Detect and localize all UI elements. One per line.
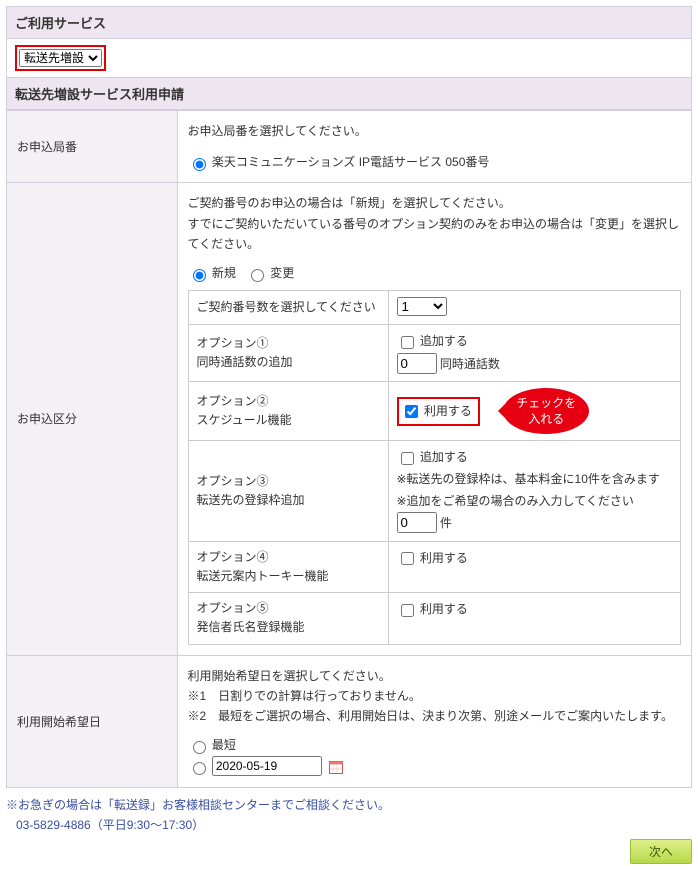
qty-label: ご契約番号数を選択してください (188, 290, 388, 325)
application-form: お申込局番 お申込局番を選択してください。 楽天コミュニケーションズ IP電話サ… (7, 110, 691, 787)
opt3-add-check[interactable]: 追加する (397, 450, 468, 464)
opt2-highlight: 利用する (397, 397, 480, 427)
category-radio-new-input[interactable] (193, 269, 206, 282)
opt5-use-checkbox[interactable] (401, 604, 414, 617)
opt2-use-check[interactable]: 利用する (401, 404, 472, 418)
options-table: ご契約番号数を選択してください 1 オプション① (188, 290, 682, 645)
opt2-header: オプション② スケジュール機能 (188, 382, 388, 441)
opt5-use-check[interactable]: 利用する (397, 602, 468, 616)
section-header-service: ご利用サービス (7, 7, 691, 39)
opt5-title: オプション⑤ (197, 599, 380, 618)
opt1-add-label: 追加する (420, 334, 468, 348)
row-body-startdate: 利用開始希望日を選択してください。 ※1 日割りでの計算は行っておりません。 ※… (177, 655, 691, 787)
opt1-sub: 同時通話数の追加 (197, 353, 380, 372)
station-radio-050-input[interactable] (193, 158, 206, 171)
startdate-radio-fast[interactable]: 最短 (188, 738, 236, 752)
service-select-highlight: 転送先増設 (15, 45, 106, 71)
opt1-num-input[interactable] (397, 353, 437, 374)
station-lead: お申込局番を選択してください。 (188, 121, 682, 141)
next-button[interactable]: 次へ (630, 839, 692, 864)
service-select[interactable]: 転送先増設 (19, 49, 102, 67)
row-body-category: ご契約番号のお申込の場合は「新規」を選択してください。 すでにご契約いただいてい… (177, 183, 691, 655)
opt1-add-check[interactable]: 追加する (397, 334, 468, 348)
opt4-use-label: 利用する (420, 551, 468, 565)
footer-phone: 03-5829-4886（平日9:30～17:30） (16, 816, 692, 833)
bubble-line2: 入れる (528, 412, 564, 426)
category-radio-change-input[interactable] (251, 269, 264, 282)
startdate-radio-date-input[interactable] (193, 762, 206, 775)
startdate-radio-fast-input[interactable] (193, 741, 206, 754)
service-select-row: 転送先増設 (7, 39, 691, 78)
opt4-use-check[interactable]: 利用する (397, 551, 468, 565)
opt3-note2: ※追加をご希望の場合のみ入力してください (397, 494, 634, 508)
opt5-header: オプション⑤ 発信者氏名登録機能 (188, 593, 388, 644)
opt3-num-input[interactable] (397, 512, 437, 533)
row-label-startdate: 利用開始希望日 (7, 655, 177, 787)
category-radio-change[interactable]: 変更 (246, 266, 294, 280)
opt2-use-label: 利用する (424, 404, 472, 418)
callout-bubble: チェックを 入れる (503, 388, 589, 434)
category-lead2: すでにご契約いただいている番号のオプション契約のみをお申込の場合は「変更」を選択… (188, 214, 682, 255)
station-radio-050-label: 楽天コミュニケーションズ IP電話サービス 050番号 (212, 155, 490, 169)
opt3-unit: 件 (440, 516, 452, 530)
section-header-form: 転送先増設サービス利用申請 (7, 78, 691, 110)
opt4-sub: 転送元案内トーキー機能 (197, 567, 380, 586)
category-radio-change-label: 変更 (270, 266, 294, 280)
opt3-header: オプション③ 転送先の登録枠追加 (188, 441, 388, 541)
station-radio-050[interactable]: 楽天コミュニケーションズ IP電話サービス 050番号 (188, 155, 490, 169)
row-label-station: お申込局番 (7, 111, 177, 183)
footer-note: ※お急ぎの場合は「転送録」お客様相談センターまでご相談ください。 (6, 796, 692, 814)
opt1-add-checkbox[interactable] (401, 336, 414, 349)
startdate-lead: 利用開始希望日を選択してください。 (188, 666, 682, 686)
row-body-station: お申込局番を選択してください。 楽天コミュニケーションズ IP電話サービス 05… (177, 111, 691, 183)
category-lead1: ご契約番号のお申込の場合は「新規」を選択してください。 (188, 193, 682, 213)
opt3-add-checkbox[interactable] (401, 452, 414, 465)
qty-select[interactable]: 1 (397, 297, 447, 316)
opt3-add-label: 追加する (420, 450, 468, 464)
calendar-icon[interactable] (329, 760, 343, 774)
opt3-title: オプション③ (197, 472, 380, 491)
form-container: ご利用サービス 転送先増設 転送先増設サービス利用申請 お申込局番 お申込局番を… (6, 6, 692, 788)
opt5-use-label: 利用する (420, 602, 468, 616)
category-radio-new-label: 新規 (212, 266, 236, 280)
startdate-input[interactable] (212, 756, 322, 776)
opt3-note1: ※転送先の登録枠は、基本料金に10件を含みます (397, 472, 660, 486)
opt1-num-label: 同時通話数 (440, 357, 500, 371)
opt1-header: オプション① 同時通話数の追加 (188, 325, 388, 382)
callout-bubble-wrap: チェックを 入れる (503, 388, 589, 434)
category-radio-new[interactable]: 新規 (188, 266, 240, 280)
bubble-line1: チェックを (516, 396, 576, 410)
opt2-use-checkbox[interactable] (405, 405, 418, 418)
row-label-category: お申込区分 (7, 183, 177, 655)
opt3-sub: 転送先の登録枠追加 (197, 491, 380, 510)
startdate-note1: ※1 日割りでの計算は行っておりません。 (188, 686, 682, 706)
opt2-title: オプション② (197, 392, 380, 411)
opt2-sub: スケジュール機能 (197, 411, 380, 430)
startdate-radio-date[interactable] (188, 759, 212, 773)
opt1-title: オプション① (197, 334, 380, 353)
opt4-header: オプション④ 転送元案内トーキー機能 (188, 541, 388, 592)
opt5-sub: 発信者氏名登録機能 (197, 618, 380, 637)
opt4-use-checkbox[interactable] (401, 552, 414, 565)
opt4-title: オプション④ (197, 548, 380, 567)
startdate-radio-fast-label: 最短 (212, 738, 236, 752)
